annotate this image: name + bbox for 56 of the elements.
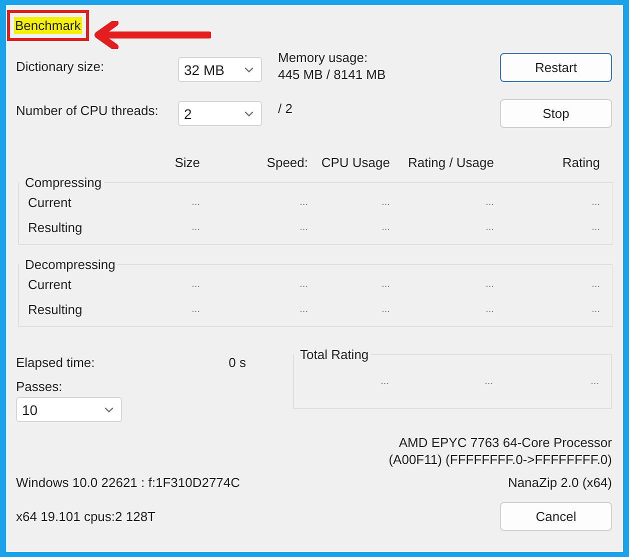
table-cell-text: ... [484, 376, 493, 387]
table-cell-text: ... [190, 304, 200, 315]
row-label: Current [27, 277, 72, 292]
table-cell-text: ... [590, 222, 600, 233]
dropdown[interactable]: 32 MB [178, 57, 262, 82]
table-cell-text: ... [298, 222, 308, 233]
cpu-info: AMD EPYC 7763 64-Core Processor [398, 434, 612, 451]
table-cell-text: ... [190, 222, 200, 233]
os-info: Windows 10.0 22621 : f:1F310D2774C [16, 475, 240, 490]
table-cell-text: ... [380, 222, 390, 233]
table-cell-text: ... [190, 279, 200, 290]
table-cell-text: ... [484, 197, 494, 208]
cancel-button[interactable]: Cancel [500, 502, 612, 531]
group-title: Total Rating [299, 347, 370, 362]
group-title: Decompressing [24, 257, 116, 272]
build-info: x64 19.101 cpus:2 128T [16, 509, 156, 524]
table-cell-text: ... [298, 279, 308, 290]
table-cell-text: ... [380, 376, 389, 387]
table-cell-text: ... [380, 197, 390, 208]
memory-value: 445 MB / 8141 MB [278, 66, 387, 83]
table-cell-text: ... [590, 376, 599, 387]
table-cell-text: ... [484, 304, 494, 315]
row-label: Resulting [27, 220, 84, 235]
table-cell-text: ... [298, 304, 308, 315]
column-header: Rating / Usage [407, 154, 494, 170]
table-cell-text: ... [484, 222, 494, 233]
table-cell-text: ... [590, 304, 600, 315]
memory-label: Memory usage: [278, 49, 369, 66]
table-cell-text: ... [590, 197, 600, 208]
table-cell-text: ... [298, 197, 308, 208]
column-header: CPU Usage [320, 154, 390, 170]
app-version: NanaZip 2.0 (x64) [508, 475, 612, 490]
cpu-info: (A00F11) (FFFFFFFF.0->FFFFFFFF.0) [388, 451, 612, 468]
dialog-title: Benchmark [14, 16, 82, 34]
table-cell-text: ... [590, 279, 600, 290]
dialog-button[interactable]: Restart [500, 53, 612, 82]
table-cell-text: ... [380, 304, 390, 315]
group-title: Compressing [24, 175, 103, 190]
row-label: Current [27, 195, 72, 210]
column-header: Rating [561, 154, 600, 170]
table-cell-text: ... [190, 197, 200, 208]
field-label: Number of CPU threads: [16, 102, 160, 118]
passes-label: Passes: [16, 379, 64, 394]
field-label: Dictionary size: [16, 58, 106, 74]
table-cell-text: ... [380, 279, 390, 290]
elapsed-value: 0 s [228, 355, 246, 370]
dropdown[interactable]: 2 [178, 101, 262, 126]
column-header: Speed: [266, 154, 308, 170]
passes-dropdown[interactable]: 10 [16, 397, 122, 422]
elapsed-label: Elapsed time: [16, 355, 95, 370]
arrow-icon [92, 21, 211, 49]
table-cell-text: ... [484, 279, 494, 290]
column-header: Size [174, 154, 200, 170]
row-label: Resulting [27, 302, 84, 317]
threads-total: / 2 [278, 100, 294, 116]
dialog-button[interactable]: Stop [500, 99, 612, 128]
